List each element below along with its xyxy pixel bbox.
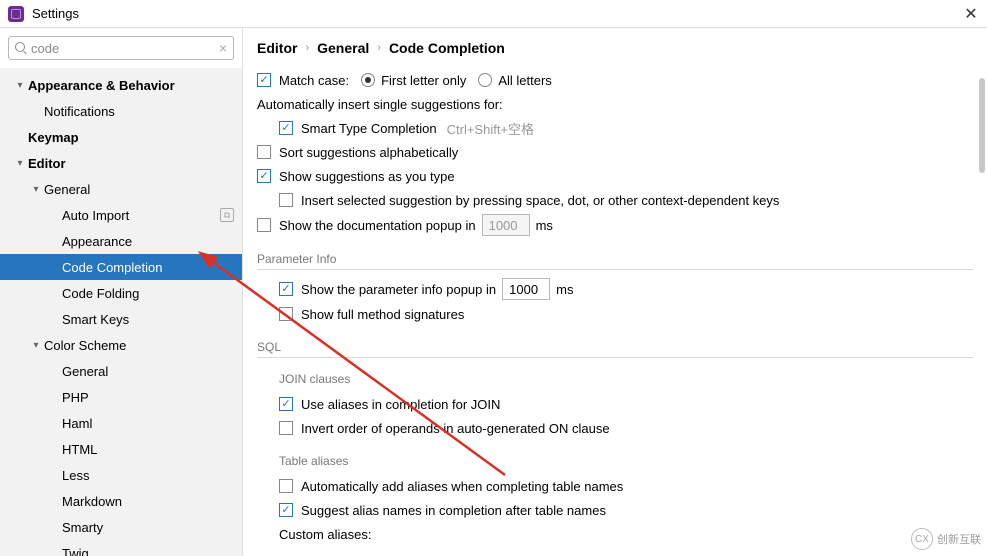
tree-color-scheme[interactable]: ▾Color Scheme bbox=[0, 332, 242, 358]
ms-label: ms bbox=[556, 282, 573, 297]
tree-general[interactable]: ▾General bbox=[0, 176, 242, 202]
tree-haml[interactable]: Haml bbox=[0, 410, 242, 436]
section-parameter-info: Parameter Info bbox=[257, 252, 973, 270]
scrollbar-thumb[interactable] bbox=[979, 78, 985, 173]
titlebar: Settings ✕ bbox=[0, 0, 987, 28]
breadcrumb-editor[interactable]: Editor bbox=[257, 40, 297, 56]
watermark: CX 创新互联 bbox=[911, 528, 981, 550]
suggest-aliases-checkbox[interactable] bbox=[279, 503, 293, 517]
tree-markdown[interactable]: Markdown bbox=[0, 488, 242, 514]
join-clauses-label: JOIN clauses bbox=[257, 372, 973, 386]
sidebar: × ▾Appearance & Behavior Notifications K… bbox=[0, 28, 243, 556]
all-letters-radio[interactable] bbox=[478, 73, 492, 87]
tree-smarty[interactable]: Smarty bbox=[0, 514, 242, 540]
clear-search-icon[interactable]: × bbox=[219, 40, 227, 56]
tree-cs-general[interactable]: General bbox=[0, 358, 242, 384]
tree-twig[interactable]: Twig bbox=[0, 540, 242, 556]
show-as-type-label: Show suggestions as you type bbox=[279, 169, 455, 184]
copy-icon: ⧉ bbox=[220, 208, 234, 222]
tree-editor[interactable]: ▾Editor bbox=[0, 150, 242, 176]
tree-appearance-behavior[interactable]: ▾Appearance & Behavior bbox=[0, 72, 242, 98]
breadcrumb: Editor › General › Code Completion bbox=[243, 28, 987, 68]
auto-aliases-label: Automatically add aliases when completin… bbox=[301, 479, 623, 494]
ms-label: ms bbox=[536, 218, 553, 233]
tree-less[interactable]: Less bbox=[0, 462, 242, 488]
match-case-checkbox[interactable] bbox=[257, 73, 271, 87]
insert-selected-checkbox[interactable] bbox=[279, 193, 293, 207]
match-case-label: Match case: bbox=[279, 73, 349, 88]
param-popup-input[interactable] bbox=[502, 278, 550, 300]
auto-aliases-checkbox[interactable] bbox=[279, 479, 293, 493]
breadcrumb-code-completion: Code Completion bbox=[389, 40, 505, 56]
table-aliases-label: Table aliases bbox=[257, 454, 973, 468]
param-popup-label: Show the parameter info popup in bbox=[301, 282, 496, 297]
watermark-text: 创新互联 bbox=[937, 531, 981, 547]
tree-notifications[interactable]: Notifications bbox=[0, 98, 242, 124]
full-sig-checkbox[interactable] bbox=[279, 307, 293, 321]
invert-order-checkbox[interactable] bbox=[279, 421, 293, 435]
chevron-right-icon: › bbox=[377, 42, 381, 54]
sort-alpha-checkbox[interactable] bbox=[257, 145, 271, 159]
chevron-down-icon: ▾ bbox=[28, 340, 44, 351]
window-title: Settings bbox=[32, 6, 79, 21]
tree-html[interactable]: HTML bbox=[0, 436, 242, 462]
tree-php[interactable]: PHP bbox=[0, 384, 242, 410]
tree-smart-keys[interactable]: Smart Keys bbox=[0, 306, 242, 332]
section-sql: SQL bbox=[257, 340, 973, 358]
tree-auto-import[interactable]: Auto Import⧉ bbox=[0, 202, 242, 228]
show-doc-label: Show the documentation popup in bbox=[279, 218, 476, 233]
custom-aliases-label: Custom aliases: bbox=[279, 527, 371, 542]
chevron-right-icon: › bbox=[305, 42, 309, 54]
tree-code-folding[interactable]: Code Folding bbox=[0, 280, 242, 306]
chevron-down-icon: ▾ bbox=[12, 80, 28, 91]
tree-code-completion[interactable]: Code Completion bbox=[0, 254, 242, 280]
suggest-aliases-label: Suggest alias names in completion after … bbox=[301, 503, 606, 518]
first-letter-radio[interactable] bbox=[361, 73, 375, 87]
search-icon bbox=[15, 42, 27, 54]
smart-type-checkbox[interactable] bbox=[279, 121, 293, 135]
settings-scroll[interactable]: Match case: First letter only All letter… bbox=[243, 68, 987, 556]
show-as-type-checkbox[interactable] bbox=[257, 169, 271, 183]
full-sig-label: Show full method signatures bbox=[301, 307, 464, 322]
search-box[interactable]: × bbox=[8, 36, 234, 60]
auto-insert-label: Automatically insert single suggestions … bbox=[257, 97, 503, 112]
chevron-down-icon: ▾ bbox=[12, 158, 28, 169]
use-aliases-label: Use aliases in completion for JOIN bbox=[301, 397, 500, 412]
use-aliases-checkbox[interactable] bbox=[279, 397, 293, 411]
invert-order-label: Invert order of operands in auto-generat… bbox=[301, 421, 610, 436]
insert-selected-label: Insert selected suggestion by pressing s… bbox=[301, 193, 779, 208]
close-icon[interactable]: ✕ bbox=[963, 6, 979, 22]
all-letters-label: All letters bbox=[498, 73, 551, 88]
first-letter-label: First letter only bbox=[381, 73, 466, 88]
settings-tree: ▾Appearance & Behavior Notifications Key… bbox=[0, 68, 242, 556]
search-input[interactable] bbox=[31, 41, 219, 56]
tree-keymap[interactable]: Keymap bbox=[0, 124, 242, 150]
watermark-icon: CX bbox=[911, 528, 933, 550]
param-popup-checkbox[interactable] bbox=[279, 282, 293, 296]
show-doc-checkbox[interactable] bbox=[257, 218, 271, 232]
app-icon bbox=[8, 6, 24, 22]
chevron-down-icon: ▾ bbox=[28, 184, 44, 195]
sort-alpha-label: Sort suggestions alphabetically bbox=[279, 145, 458, 160]
content-panel: Editor › General › Code Completion Match… bbox=[243, 28, 987, 556]
tree-appearance[interactable]: Appearance bbox=[0, 228, 242, 254]
breadcrumb-general[interactable]: General bbox=[317, 40, 369, 56]
smart-type-label: Smart Type Completion bbox=[301, 121, 437, 136]
show-doc-input[interactable] bbox=[482, 214, 530, 236]
smart-type-hint: Ctrl+Shift+空格 bbox=[447, 119, 534, 138]
